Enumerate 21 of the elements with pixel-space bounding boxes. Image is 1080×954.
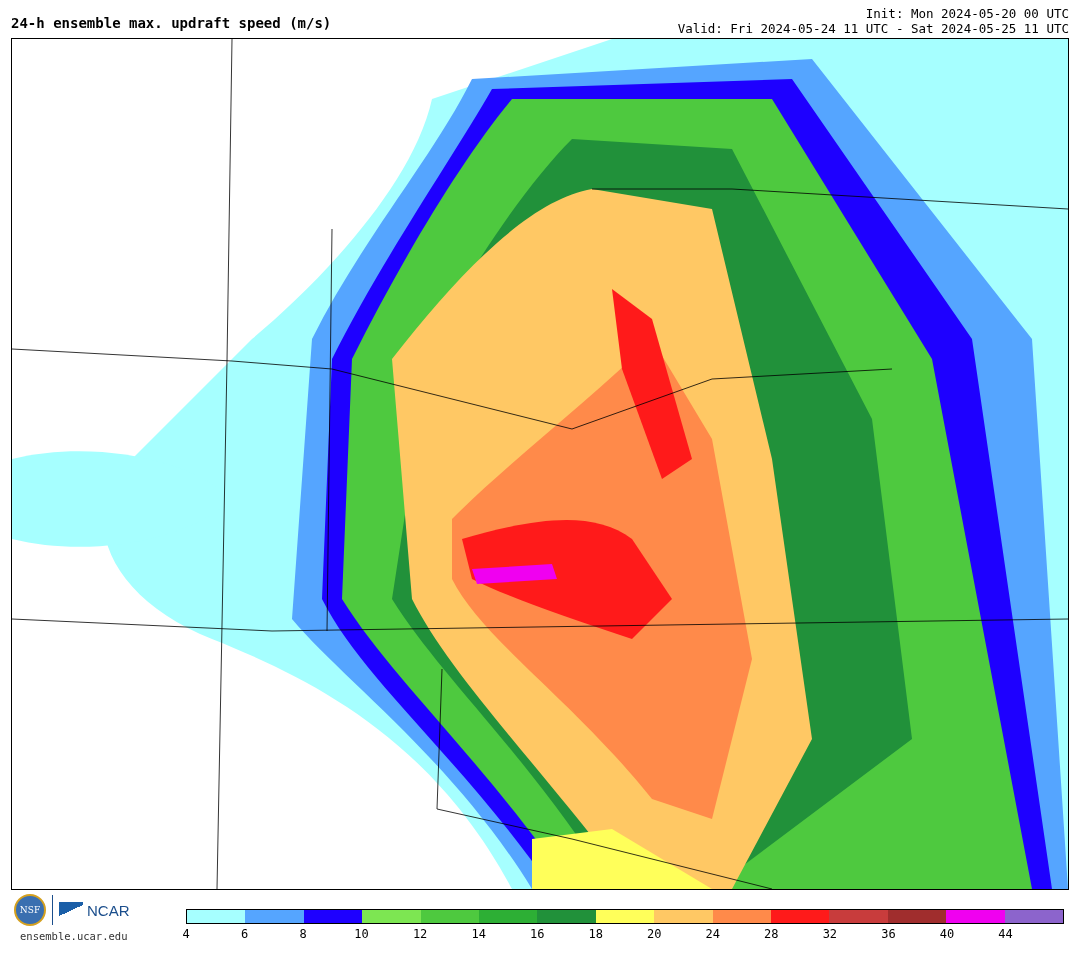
scale-tick-label: 10 (354, 927, 369, 941)
chart-title: 24-h ensemble max. updraft speed (m/s) (11, 15, 332, 33)
nsf-logo: NSF (14, 894, 46, 926)
scale-tick-label: 20 (647, 927, 662, 941)
scale-tick-label: 36 (881, 927, 896, 941)
valid-time: Valid: Fri 2024-05-24 11 UTC - Sat 2024-05-25 11 UTC (677, 21, 1069, 36)
scale-tick-label: 14 (471, 927, 486, 941)
scale-tick-label: 12 (412, 927, 428, 941)
scale-tick-label: 8 (299, 927, 307, 941)
ncar-logo: NCAR (59, 901, 130, 919)
init-time: Init: Mon 2024-05-20 00 UTC (864, 6, 1069, 21)
scale-tick-label: 6 (240, 927, 249, 941)
scale-tick-label: 40 (939, 927, 955, 941)
scale-tick-label: 4 (182, 927, 190, 941)
scale-tick-label: 32 (822, 927, 838, 941)
scale-tick-label: 16 (529, 927, 545, 941)
scale-tick-label: 24 (705, 927, 720, 941)
scale-tick-label: 44 (998, 927, 1013, 941)
scale-tick-label: 28 (764, 927, 779, 941)
site-url: ensemble.ucar.edu (19, 930, 129, 942)
scale-tick-label: 18 (588, 927, 603, 941)
